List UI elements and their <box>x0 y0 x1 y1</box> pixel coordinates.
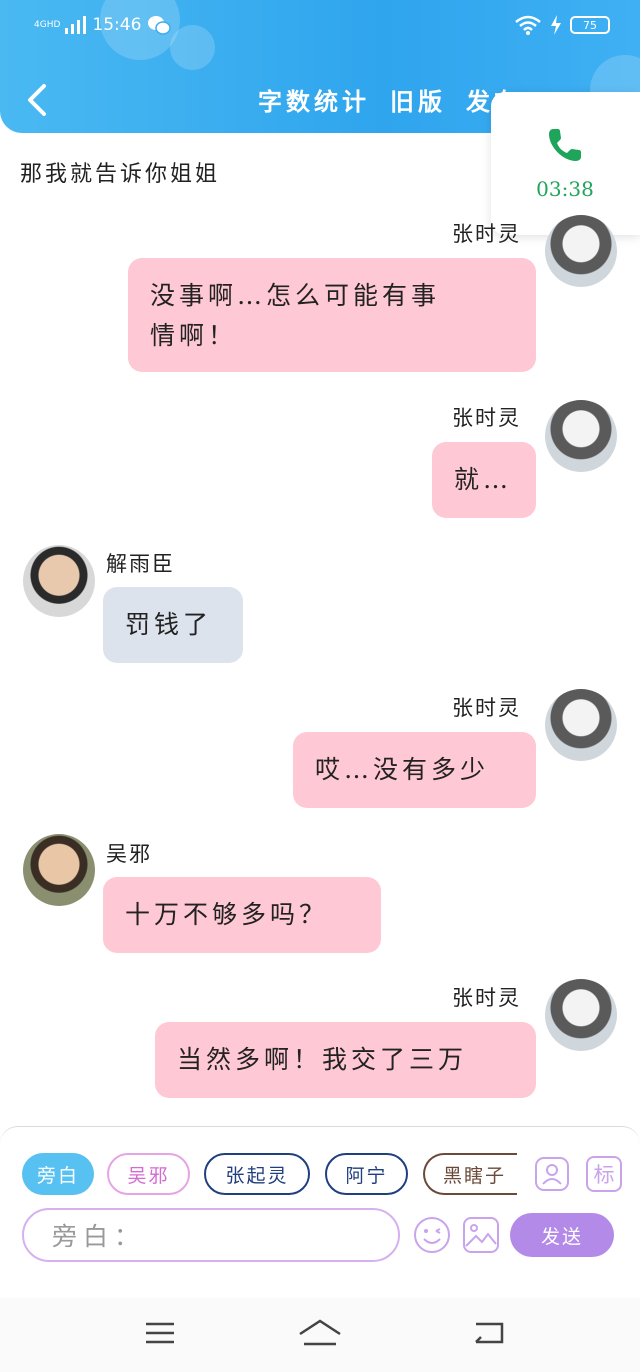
message-bubble: 哎…没有多少 <box>293 732 536 808</box>
message-text: 哎…没有多少 <box>315 755 490 784</box>
role-chip-zhang-qiling[interactable]: 张起灵 <box>204 1153 310 1195</box>
message-bubble: 当然多啊！我交了三万 <box>155 1022 536 1098</box>
status-bar: 4GHD 15:46 75 <box>34 12 610 38</box>
message-text: 十万不够多吗？ <box>125 900 329 929</box>
phone-icon <box>549 129 581 161</box>
sender-name: 吴邪 <box>106 842 152 866</box>
message-bubble: 没事啊…怎么可能有事 情啊！ <box>128 258 536 372</box>
message-bubble: 就… <box>432 442 536 518</box>
message-text: 罚钱了 <box>125 610 213 639</box>
system-nav-bar <box>0 1298 640 1372</box>
home-icon[interactable] <box>298 1318 342 1348</box>
tab-old-version[interactable]: 旧版 <box>390 82 446 117</box>
emoji-icon[interactable] <box>412 1215 452 1255</box>
sender-name: 张时灵 <box>452 406 521 430</box>
message-bubble: 罚钱了 <box>103 587 243 663</box>
avatar-zhang-shiling[interactable] <box>545 400 617 472</box>
tag-button[interactable]: 标 <box>586 1156 622 1192</box>
narration-text: 那我就告诉你姐姐 <box>20 162 221 187</box>
role-chip-narrator[interactable]: 旁白 <box>22 1153 94 1195</box>
message-text: 情啊！ <box>150 321 238 350</box>
call-widget[interactable]: 03:38 <box>491 92 640 235</box>
network-label: 4GHD <box>34 19 61 30</box>
avatar-zhang-shiling[interactable] <box>545 689 617 761</box>
clock: 15:46 <box>92 15 142 35</box>
signal-icon <box>65 16 87 34</box>
image-icon[interactable] <box>462 1216 500 1254</box>
avatar-xie-yuchen[interactable] <box>23 545 95 617</box>
contacts-icon[interactable] <box>534 1156 570 1192</box>
avatar-zhang-shiling[interactable] <box>545 979 617 1051</box>
message-text: 当然多啊！我交了三万 <box>177 1045 468 1074</box>
charging-icon <box>551 15 561 35</box>
role-chip-wu-xie[interactable]: 吴邪 <box>107 1153 190 1195</box>
message-input[interactable]: 旁白： <box>22 1208 400 1262</box>
sender-name: 张时灵 <box>452 222 521 246</box>
role-chip-hei-xiazi[interactable]: 黑瞎子 <box>423 1153 517 1195</box>
sender-name: 张时灵 <box>452 986 521 1010</box>
wechat-icon <box>148 16 172 35</box>
send-button[interactable]: 发送 <box>510 1213 614 1257</box>
sender-name: 解雨臣 <box>106 552 175 576</box>
sender-name: 张时灵 <box>452 696 521 720</box>
message-text: 没事啊…怎么可能有事 <box>150 281 441 310</box>
menu-icon[interactable] <box>144 1318 176 1348</box>
call-timer: 03:38 <box>536 177 594 201</box>
back-nav-icon[interactable] <box>472 1318 506 1348</box>
tab-word-count[interactable]: 字数统计 <box>258 82 370 117</box>
wifi-icon <box>515 15 541 35</box>
role-chip-a-ning[interactable]: 阿宁 <box>325 1153 408 1195</box>
back-arrow-icon[interactable] <box>22 80 54 120</box>
avatar-zhang-shiling[interactable] <box>545 215 617 287</box>
battery-indicator: 75 <box>570 16 610 34</box>
message-text: 就… <box>454 465 513 494</box>
avatar-wu-xie[interactable] <box>23 834 95 906</box>
header-tabs: 字数统计 旧版 发布 <box>258 82 522 117</box>
message-bubble: 十万不够多吗？ <box>103 877 381 953</box>
